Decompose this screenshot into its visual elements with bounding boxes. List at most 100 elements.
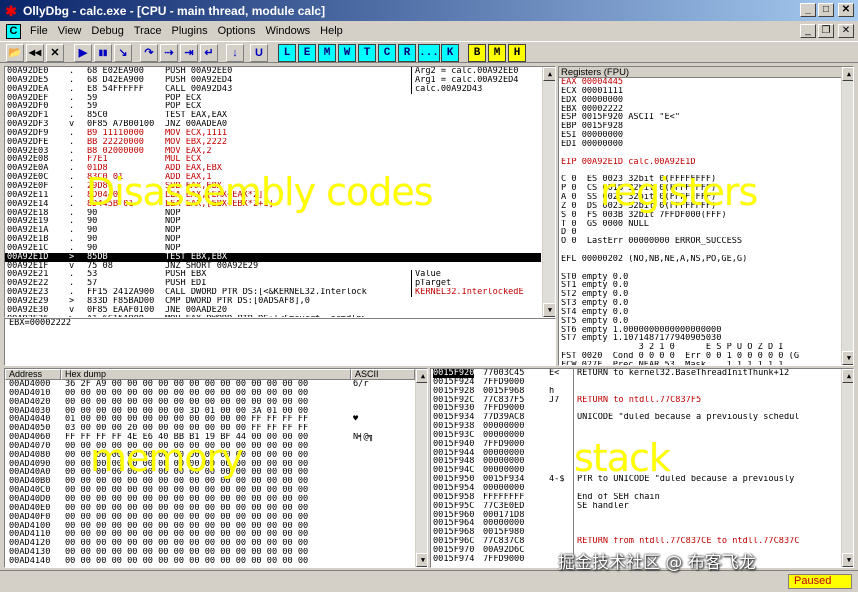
disasm-row[interactable]: 00A92DE0. 68 E02EA900 PUSH 00A92EE0 Arg2 = … [5,67,541,76]
stack-row[interactable]: 0015F920 77003C45 E< RETURN to kernel32.Bas… [431,369,841,378]
dump-row[interactable]: 00AD4080 00 00 00 00 00 00 00 00 00 00 00… [5,451,415,460]
dump-row[interactable]: 00AD4120 00 00 00 00 00 00 00 00 00 00 00… [5,539,415,548]
stack-row[interactable]: 0015F964 00000000 [431,519,841,529]
stack-row[interactable]: 0015F944 00000000 [431,448,841,458]
disassembly-scrollbar[interactable]: ▲ ▼ [542,67,555,317]
disasm-row[interactable]: 00A92E0A. 01D8 ADD EAX,EBX [5,164,541,173]
disassembly-pane[interactable]: 00A92DE0. 68 E02EA900 PUSH 00A92EE0 Arg2 = … [4,66,556,318]
hardware-breakpoints-button[interactable]: H [508,44,526,62]
disasm-row[interactable]: 00A92E30 v 0F85 EAAF0100 JNE 00AADE20 [5,306,541,315]
execute-till-return-icon[interactable]: ↵ [200,44,218,62]
stack-row[interactable]: 0015F934 77D39AC8 UNICODE "duled because a… [431,413,841,423]
dump-row[interactable]: 00AD40D0 00 00 00 00 00 00 00 00 00 00 00… [5,495,415,504]
scroll-down-icon[interactable]: ▼ [416,553,427,567]
disasm-row[interactable]: 00A92E23. FF15 2412A900 CALL DWORD PTR DS:… [5,288,541,297]
close-window-button[interactable]: ✕ [838,3,854,17]
disasm-row[interactable]: 00A92E1C. 90 NOP [5,244,541,253]
maximize-button[interactable]: □ [818,3,834,17]
disasm-row[interactable]: 00A92E11. 8D0440 LEA EAX,[EAX+EAX*2] [5,191,541,200]
log-window-button[interactable]: L [278,44,296,62]
disasm-row[interactable]: 00A92E1A. 90 NOP [5,226,541,235]
dump-row[interactable]: 00AD40A0 00 00 00 00 00 00 00 00 00 00 00… [5,468,415,477]
disasm-row[interactable]: 00A92DF3 v 0F85 A7B00100 JNZ 00AADEA0 [5,120,541,129]
stack-row[interactable]: 0015F924 7FFD9000 [431,377,841,387]
stack-row[interactable]: 0015F958 FFFFFFFF End of SEH chain [431,492,841,502]
menu-help[interactable]: Help [315,25,348,37]
disasm-row[interactable]: 00A92E0F. 29D8 SUB EAX,EBX [5,182,541,191]
disasm-row[interactable]: 00A92E08. F7E1 MUL ECX [5,155,541,164]
disasm-row[interactable]: 00A92E03. B8 02000000 MOV EAX,2 [5,147,541,156]
stack-row[interactable]: 0015F96C 77C837C8 RETURN from ntdll.77C837… [431,537,841,546]
stack-row[interactable]: 0015F938 00000000 [431,422,841,431]
dump-ascii-header[interactable]: ASCII [351,369,415,380]
menu-trace[interactable]: Trace [129,25,167,37]
disasm-row[interactable]: 00A92DE5. 68 D42EA900 PUSH 00A92ED4 Arg1 = … [5,75,541,85]
step-over-icon[interactable]: ↷ [140,44,158,62]
scroll-up-icon[interactable]: ▲ [543,67,555,81]
dump-row[interactable]: 00AD40B0 00 00 00 00 00 00 00 00 00 00 00… [5,477,415,486]
call-stack-button[interactable]: K [441,44,459,62]
stack-row[interactable]: 0015F928 0015F968 h [431,386,841,396]
stack-row[interactable]: 0015F94C 00000000 [431,466,841,476]
dump-row[interactable]: 00AD40F0 00 00 00 00 00 00 00 00 00 00 00… [5,513,415,522]
go-to-icon[interactable]: ↓ [226,44,244,62]
disasm-row[interactable]: 00A92E14. 8D445B 01 LEA EAX,[EBX+EBX*2+1] [5,200,541,209]
disasm-row[interactable]: 00A92DF0. 59 POP ECX [5,102,541,111]
windows-list-button[interactable]: W [338,44,356,62]
dump-row[interactable]: 00AD4060 FF FF FF FF 4E E6 40 BB B1 19 BF… [5,433,415,442]
dump-scrollbar[interactable]: ▲ ▼ [415,369,427,567]
mdi-minimize-button[interactable]: _ [800,24,816,38]
breakpoints-button[interactable]: B [468,44,486,62]
dump-row[interactable]: 00AD4090 00 00 00 00 00 00 00 00 00 00 00… [5,460,415,469]
dump-row[interactable]: 00AD4050 03 00 00 00 20 00 00 00 00 00 00… [5,424,415,433]
menu-view[interactable]: View [53,25,87,37]
stack-row[interactable]: 0015F930 7FFD9000 [431,404,841,414]
disasm-row[interactable]: 00A92DEA. E8 54FFFFFF CALL 00A92D43 calc.00… [5,84,541,94]
scroll-down-icon[interactable]: ▼ [543,303,555,317]
disasm-row[interactable]: 00A92DEF. 59 POP ECX [5,94,541,103]
dump-row[interactable]: 00AD4130 00 00 00 00 00 00 00 00 00 00 00… [5,548,415,557]
scroll-up-icon[interactable]: ▲ [416,369,427,383]
stack-row[interactable]: 0015F93C 00000000 [431,430,841,440]
dump-row[interactable]: 00AD4000 36 2F A9 00 00 00 00 00 00 00 00… [5,380,415,389]
scroll-up-icon[interactable]: ▲ [842,369,853,383]
trace-into-icon[interactable]: ⇢ [160,44,178,62]
disasm-row[interactable]: 00A92E1B. 90 NOP [5,235,541,244]
disasm-row[interactable]: 00A92E0C. 83C0 01 ADD EAX,1 [5,173,541,182]
stack-row[interactable]: 0015F940 7FFD9000 [431,439,841,449]
stack-row[interactable]: 0015F95C 77C3E0ED SE handler [431,501,841,511]
stack-pane[interactable]: 0015F920 77003C45 E< RETURN to kernel32.Bas… [430,368,854,568]
dump-row[interactable]: 00AD4010 00 00 00 00 00 00 00 00 00 00 00… [5,389,415,398]
stack-row[interactable]: 0015F92C 77C837F5 J7 RETURN to ntdll.77C837… [431,395,841,405]
disasm-row[interactable]: 00A92E19. 90 NOP [5,217,541,226]
unicode-icon[interactable]: U [250,44,268,62]
minimize-button[interactable]: _ [800,3,816,17]
open-icon[interactable]: 📂 [6,44,24,62]
mdi-close-button[interactable]: ✕ [838,24,854,38]
memory-breakpoints-button[interactable]: M [488,44,506,62]
dump-row[interactable]: 00AD40E0 00 00 00 00 00 00 00 00 00 00 00… [5,504,415,513]
executable-modules-button[interactable]: E [298,44,316,62]
scroll-down-icon[interactable]: ▼ [842,351,853,365]
scroll-down-icon[interactable]: ▼ [842,553,853,567]
trace-over-icon[interactable]: ⇥ [180,44,198,62]
rewind-icon[interactable]: ◀◀ [26,44,44,62]
menu-debug[interactable]: Debug [86,25,128,37]
scroll-up-icon[interactable]: ▲ [842,67,853,81]
menu-options[interactable]: Options [213,25,261,37]
mdi-restore-button[interactable]: ❐ [818,24,834,38]
disasm-row[interactable]: 00A92E29 >833D F85BAD00 CMP DWORD PTR DS:[… [5,297,541,306]
dump-row[interactable]: 00AD4070 00 00 00 00 00 00 00 00 00 00 00… [5,442,415,451]
dump-row[interactable]: 00AD40C0 00 00 00 00 00 00 00 00 00 00 00… [5,486,415,495]
cpu-window-icon[interactable]: C [6,23,21,39]
stack-row[interactable]: 0015F960 000171D8 [431,510,841,520]
cpu-button[interactable]: C [378,44,396,62]
menu-plugins[interactable]: Plugins [167,25,213,37]
disasm-row[interactable]: 00A92E22. 57 PUSH EDI pTarget [5,279,541,289]
threads-button[interactable]: T [358,44,376,62]
stack-row[interactable]: 0015F950 0015F934 4-$ PTR to UNICODE "duled… [431,475,841,484]
stack-row[interactable]: 0015F954 00000000 [431,483,841,493]
dump-address-header[interactable]: Address [5,369,61,380]
memory-map-button[interactable]: M [318,44,336,62]
dump-row[interactable]: 00AD4020 00 00 00 00 00 00 00 00 00 00 00… [5,398,415,407]
